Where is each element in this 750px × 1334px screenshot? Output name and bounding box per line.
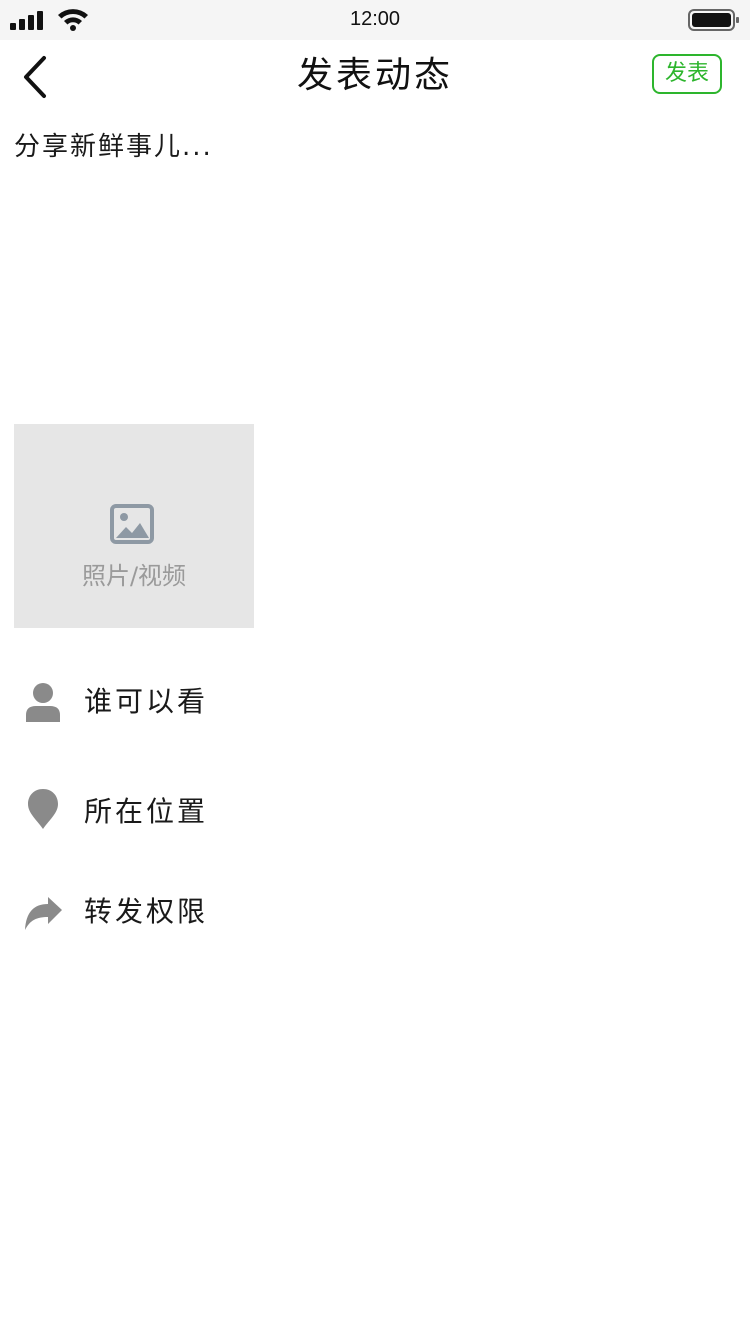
option-who-can-see[interactable]: 谁可以看 — [0, 662, 750, 742]
option-forward-permission[interactable]: 转发权限 — [0, 872, 750, 952]
location-pin-icon — [28, 789, 58, 829]
nav-bar: 发表动态 发表 — [0, 40, 750, 114]
chevron-left-icon — [24, 56, 46, 98]
battery-icon — [688, 9, 739, 31]
add-photo-video-button[interactable]: 照片/视频 — [14, 424, 254, 628]
status-time: 12:00 — [349, 8, 401, 30]
post-content-input[interactable] — [14, 126, 736, 396]
share-arrow-icon — [25, 897, 62, 930]
back-button[interactable] — [14, 52, 58, 102]
option-label: 谁可以看 — [84, 685, 209, 718]
option-location[interactable]: 所在位置 — [0, 772, 750, 852]
option-label: 转发权限 — [84, 895, 209, 928]
status-bar: 12:00 — [0, 0, 750, 40]
page-title: 发表动态 — [296, 55, 453, 96]
person-icon — [26, 683, 60, 722]
option-label: 所在位置 — [84, 795, 209, 828]
publish-button[interactable]: 发表 — [652, 54, 722, 94]
media-label: 照片/视频 — [81, 562, 187, 590]
image-icon — [110, 504, 154, 544]
